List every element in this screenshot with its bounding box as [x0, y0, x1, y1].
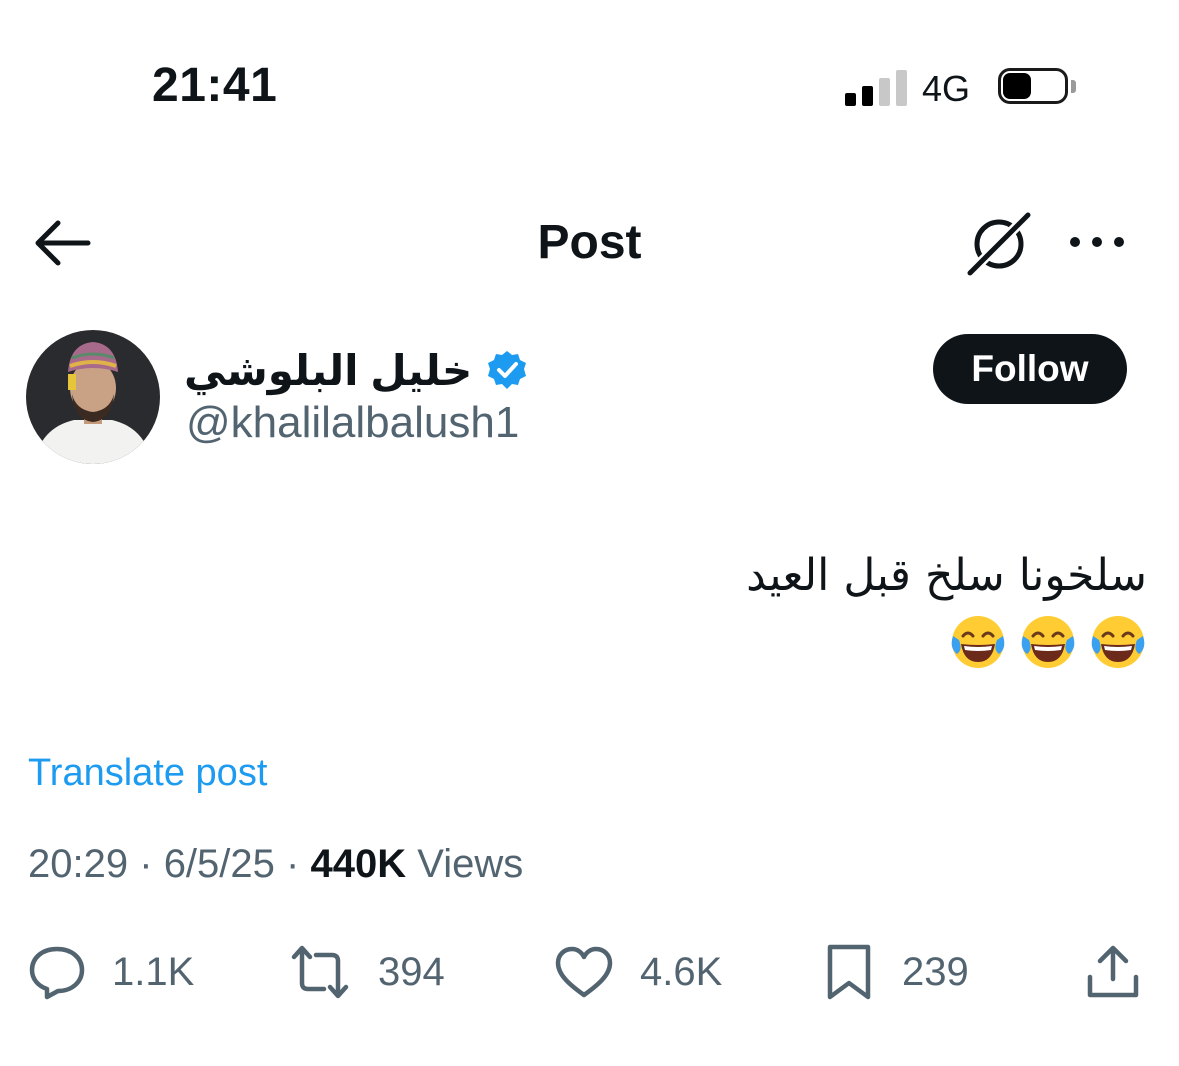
like-count: 4.6K [640, 949, 723, 994]
repost-button[interactable]: 394 [288, 940, 445, 1004]
meta-separator: · [139, 842, 153, 886]
repost-icon [291, 945, 349, 999]
bookmark-icon [827, 944, 871, 1000]
post-text: سلخونا سلخ قبل العيد [746, 550, 1147, 601]
verified-badge-icon [488, 351, 527, 389]
heart-icon [555, 946, 613, 998]
laughing-tears-emoji-icon [951, 616, 1005, 668]
bookmark-count: 239 [902, 949, 969, 994]
meta-separator: · [286, 842, 300, 886]
translate-post-link[interactable]: Translate post [28, 752, 267, 795]
more-horizontal-icon [1066, 220, 1128, 264]
status-time: 21:41 [152, 59, 278, 112]
views-count: 440K [310, 842, 407, 886]
avatar[interactable] [26, 330, 160, 464]
post-metadata: 20:29 · 6/5/25 · 440K Views [28, 842, 523, 887]
share-button[interactable] [1084, 940, 1142, 1004]
grok-icon [965, 210, 1033, 278]
avatar-image [26, 330, 160, 464]
bookmark-button[interactable]: 239 [822, 940, 969, 1004]
like-button[interactable]: 4.6K [554, 940, 722, 1004]
views-label: Views [417, 842, 524, 886]
battery-icon [998, 68, 1080, 108]
repost-count: 394 [378, 949, 445, 994]
reply-count: 1.1K [112, 949, 195, 994]
post-time: 20:29 [28, 842, 129, 886]
grok-button[interactable] [964, 209, 1034, 279]
follow-button[interactable]: Follow [933, 334, 1127, 404]
more-options-button[interactable] [1066, 220, 1128, 264]
cellular-signal-icon [845, 70, 907, 106]
reply-button[interactable]: 1.1K [28, 940, 194, 1004]
laughing-tears-emoji-icon [1091, 616, 1145, 668]
network-type: 4G [922, 68, 971, 109]
author-handle[interactable]: @khalilalbalush1 [186, 398, 519, 448]
post-date: 6/5/25 [163, 842, 275, 886]
author-name[interactable]: خليل البلوشي [184, 346, 472, 395]
post-emojis [947, 612, 1149, 672]
reply-icon [29, 946, 85, 1000]
share-icon [1087, 945, 1139, 998]
laughing-tears-emoji-icon [1021, 616, 1075, 668]
author-name-row[interactable]: خليل البلوشي [184, 342, 528, 398]
